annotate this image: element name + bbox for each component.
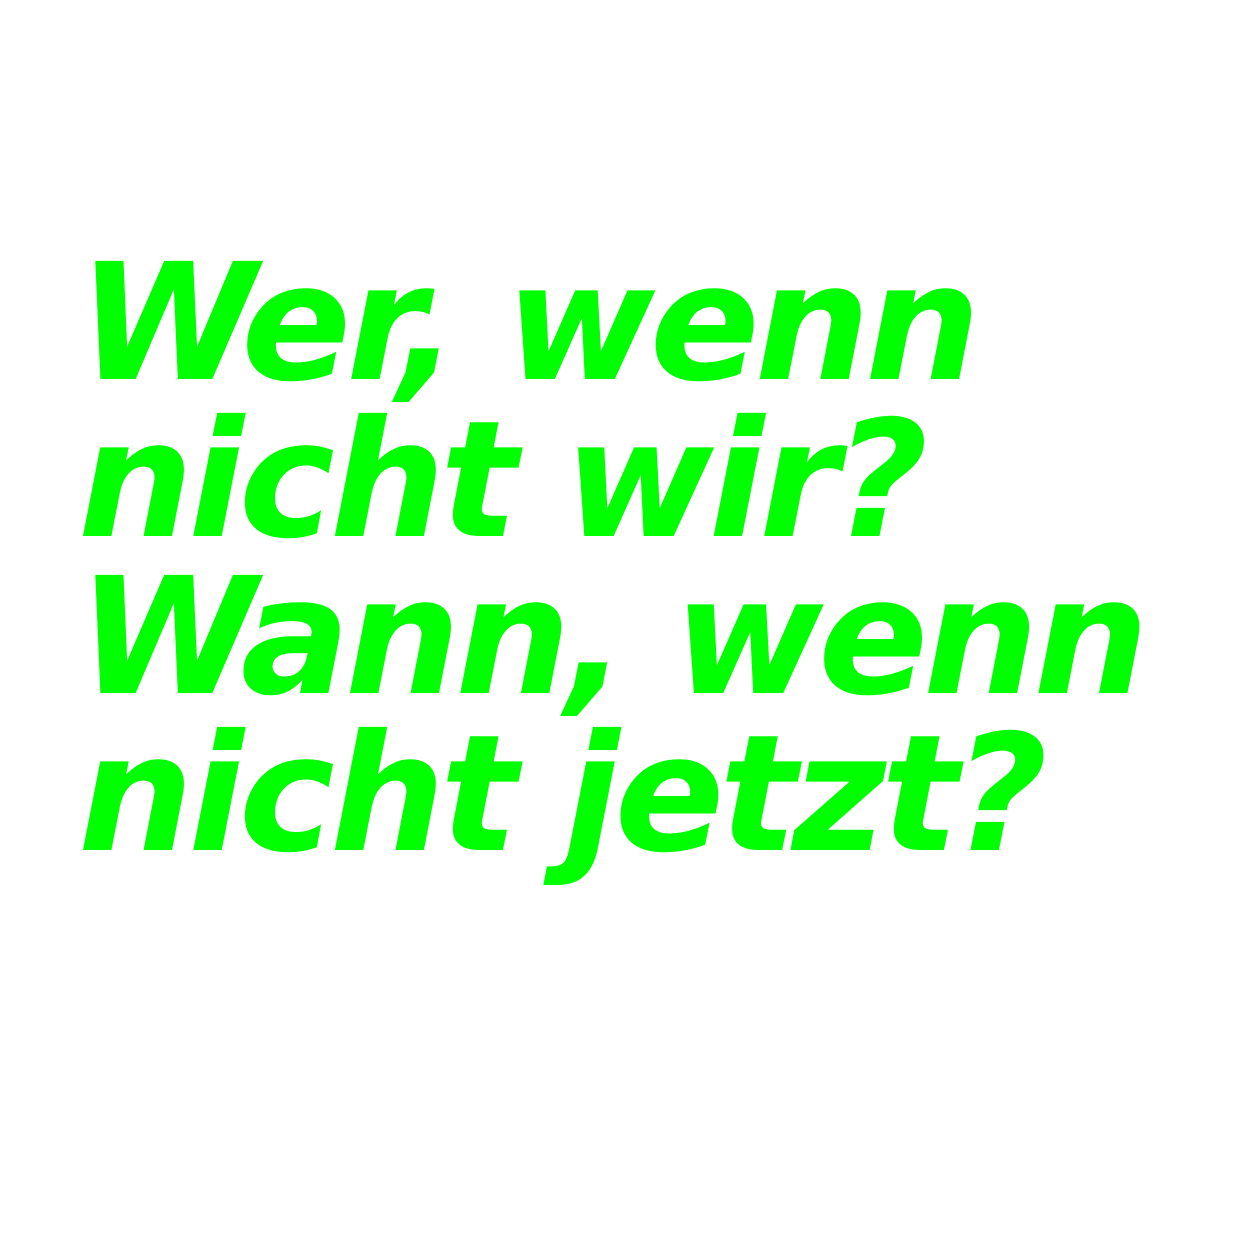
quote-line-2: nicht wir? <box>78 387 928 575</box>
quote-line-1: Wer, wenn <box>78 230 980 418</box>
poster-canvas: Wer, wenn nicht wir? Wann, wenn nicht je… <box>0 0 1250 1250</box>
quote-line-3: Wann, wenn <box>78 544 1149 732</box>
quote-line-4: nicht jetzt? <box>78 701 1048 889</box>
quote-text: Wer, wenn nicht wir? Wann, wenn nicht je… <box>78 230 1149 889</box>
